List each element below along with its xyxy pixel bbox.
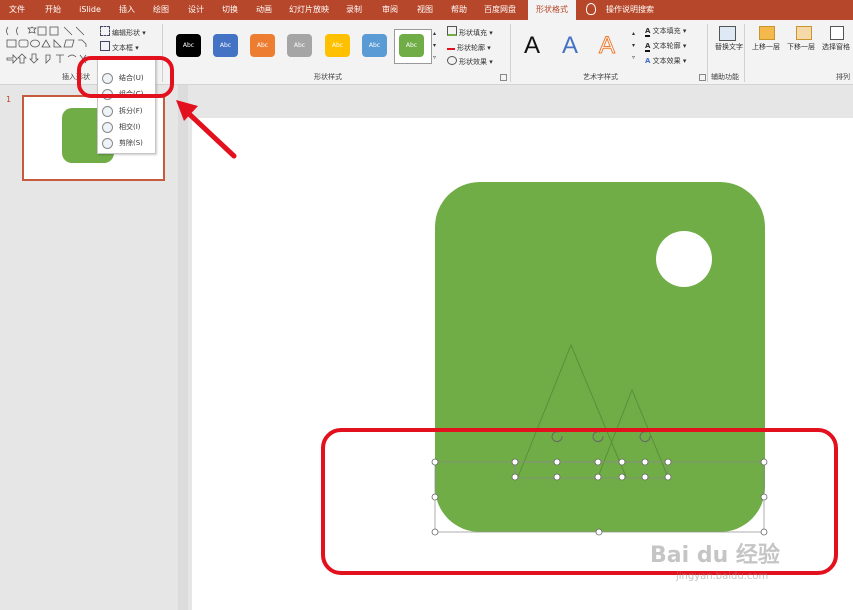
resize-handle[interactable] xyxy=(511,473,519,481)
resize-handle[interactable] xyxy=(594,473,602,481)
slide-overlay xyxy=(77,56,838,575)
resize-handle[interactable] xyxy=(618,458,626,466)
resize-handle[interactable] xyxy=(431,493,439,501)
resize-handle[interactable] xyxy=(594,458,602,466)
resize-handle[interactable] xyxy=(511,458,519,466)
resize-handle[interactable] xyxy=(664,473,672,481)
baidu-watermark: Bai du 经验 xyxy=(650,543,780,568)
resize-handle[interactable] xyxy=(553,473,561,481)
resize-handle[interactable] xyxy=(760,528,768,536)
resize-handle[interactable] xyxy=(760,493,768,501)
resize-handle[interactable] xyxy=(641,458,649,466)
resize-handle[interactable] xyxy=(641,473,649,481)
watermark-url: jingyan.baidu.com xyxy=(676,571,769,582)
resize-handle[interactable] xyxy=(553,458,561,466)
placeholder-circle[interactable] xyxy=(656,231,712,287)
resize-handle[interactable] xyxy=(618,473,626,481)
resize-handle[interactable] xyxy=(431,458,439,466)
resize-handle[interactable] xyxy=(760,458,768,466)
highlight-box-merge xyxy=(77,56,174,98)
resize-handle[interactable] xyxy=(431,528,439,536)
annotation-arrow-shaft xyxy=(183,108,237,159)
resize-handle[interactable] xyxy=(664,458,672,466)
resize-handle[interactable] xyxy=(595,528,603,536)
